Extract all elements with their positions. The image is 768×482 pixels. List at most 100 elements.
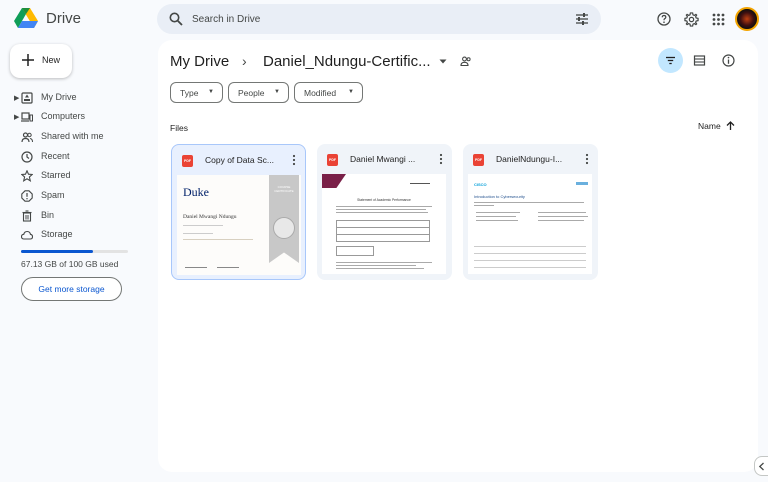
thumbnail-table [474, 240, 586, 270]
file-card[interactable]: PDF Copy of Data Sc... Duke Daniel Mwang… [171, 144, 306, 280]
sidebar-item-storage[interactable]: Storage [0, 226, 150, 244]
breadcrumb-root[interactable]: My Drive [170, 53, 229, 70]
thumbnail-brand-logo: Duke [183, 185, 209, 199]
thumbnail-signature [217, 263, 239, 268]
sort-by-button[interactable]: Name [698, 121, 721, 131]
thumbnail-text-line [336, 206, 432, 207]
thumbnail-text-line [538, 220, 584, 221]
file-card[interactable]: PDF DanielNdungu-I... CISCO Introduction… [463, 144, 598, 280]
search-options-icon[interactable] [575, 12, 589, 26]
thumbnail-brand-logo: CISCO [474, 182, 487, 187]
filter-chip-label: People [238, 87, 265, 98]
sidebar-item-label: My Drive [41, 92, 77, 102]
sidebar-item-label: Starred [41, 170, 71, 180]
app-name: Drive [46, 9, 82, 27]
new-button-label: New [42, 55, 61, 65]
file-title: Copy of Data Sc... [205, 155, 274, 165]
list-view-icon[interactable] [693, 54, 706, 67]
thumbnail-text-line [336, 212, 428, 213]
thumbnail-text-line [476, 220, 518, 221]
filter-chip-people[interactable]: People ▼ [228, 82, 289, 103]
account-avatar[interactable] [735, 7, 759, 31]
sidebar-item-bin[interactable]: Bin [0, 207, 150, 225]
sidebar-item-my-drive[interactable]: ▶ My Drive [0, 89, 150, 107]
sidebar-item-starred[interactable]: Starred [0, 167, 150, 185]
main-content: My Drive › Daniel_Ndungu-Certific... Typ… [158, 40, 758, 472]
help-icon[interactable] [656, 11, 672, 27]
folder-menu-dropdown-icon[interactable] [438, 56, 448, 66]
chevron-left-icon [758, 462, 764, 470]
breadcrumb-separator: › [242, 53, 247, 69]
info-icon[interactable] [722, 54, 735, 67]
filter-chip-label: Type [180, 87, 199, 98]
sidebar-item-spam[interactable]: Spam [0, 187, 150, 205]
spam-icon [21, 190, 33, 202]
thumbnail-text-line [336, 262, 432, 263]
chevron-down-icon: ▼ [348, 89, 354, 95]
star-icon [21, 170, 33, 182]
more-options-icon[interactable] [439, 153, 443, 165]
filter-chip-label: Modified [304, 87, 337, 98]
shared-icon [21, 132, 33, 143]
sidebar-item-computers[interactable]: ▶ Computers [0, 108, 150, 126]
sidebar-item-shared-with-me[interactable]: Shared with me [0, 128, 150, 146]
file-title: Daniel Mwangi ... [350, 154, 416, 164]
settings-gear-icon[interactable] [683, 11, 699, 27]
thumbnail-text-line [336, 268, 424, 269]
thumbnail-header-band [322, 174, 346, 188]
thumbnail-text-line [476, 216, 516, 217]
storage-progress-bar [21, 250, 128, 253]
thumbnail-signature [185, 263, 207, 268]
file-thumbnail: Statement of Academic Performance [322, 174, 446, 274]
thumbnail-text-line [183, 225, 223, 226]
file-thumbnail: CISCO Introduction to Cybersecurity [468, 174, 592, 274]
pdf-file-icon: PDF [182, 155, 193, 167]
more-options-icon[interactable] [292, 154, 296, 166]
chevron-down-icon: ▼ [208, 89, 214, 95]
pdf-file-icon: PDF [327, 154, 338, 166]
thumbnail-recipient-name: Daniel Mwangi Ndungu [183, 214, 237, 220]
side-panel-toggle-button[interactable] [754, 456, 768, 476]
file-card[interactable]: PDF Daniel Mwangi ... Statement of Acade… [317, 144, 452, 280]
sidebar-item-label: Computers [41, 111, 86, 121]
expand-caret-icon[interactable]: ▶ [14, 94, 19, 102]
cloud-icon [21, 230, 33, 240]
certificate-badge-text: COURSE CERTIFICATE [274, 185, 294, 193]
filter-toggle-button[interactable] [658, 48, 683, 73]
search-icon[interactable] [169, 12, 183, 26]
get-more-storage-button[interactable]: Get more storage [21, 277, 122, 301]
new-button[interactable]: New [10, 44, 72, 78]
thumbnail-text-line [183, 239, 253, 240]
my-drive-icon [21, 92, 33, 104]
storage-progress-fill [21, 250, 93, 253]
sidebar-item-label: Bin [41, 210, 55, 220]
bin-icon [22, 210, 32, 222]
thumbnail-text-line [538, 216, 588, 217]
drive-logo-icon [14, 8, 38, 28]
chevron-down-icon: ▼ [274, 89, 280, 95]
sidebar-item-label: Shared with me [41, 131, 104, 141]
shared-folder-icon[interactable] [460, 55, 472, 67]
certificate-seal [273, 217, 295, 239]
computers-icon [21, 112, 33, 122]
file-thumbnail: Duke Daniel Mwangi Ndungu COURSE CERTIFI… [177, 175, 301, 275]
pdf-file-icon: PDF [473, 154, 484, 166]
sort-direction-arrow-icon[interactable] [725, 120, 736, 131]
filter-chip-type[interactable]: Type ▼ [170, 82, 223, 103]
drive-logo[interactable]: Drive [14, 7, 81, 29]
thumbnail-table [336, 246, 374, 256]
search-bar[interactable] [157, 4, 601, 34]
thumbnail-heading: Statement of Academic Performance [357, 198, 411, 202]
expand-caret-icon[interactable]: ▶ [14, 113, 19, 121]
more-options-icon[interactable] [585, 153, 589, 165]
search-input[interactable] [192, 4, 572, 34]
section-title: Files [170, 123, 188, 133]
thumbnail-text-line [336, 209, 426, 210]
filter-chip-modified[interactable]: Modified ▼ [294, 82, 363, 103]
breadcrumb-current-folder[interactable]: Daniel_Ndungu-Certific... [263, 53, 431, 70]
apps-grid-icon[interactable] [710, 11, 726, 27]
storage-usage-text: 67.13 GB of 100 GB used [21, 259, 119, 269]
sidebar-item-recent[interactable]: Recent [0, 148, 150, 166]
thumbnail-header-tag [576, 182, 588, 185]
thumbnail-logo-mark [410, 178, 430, 184]
